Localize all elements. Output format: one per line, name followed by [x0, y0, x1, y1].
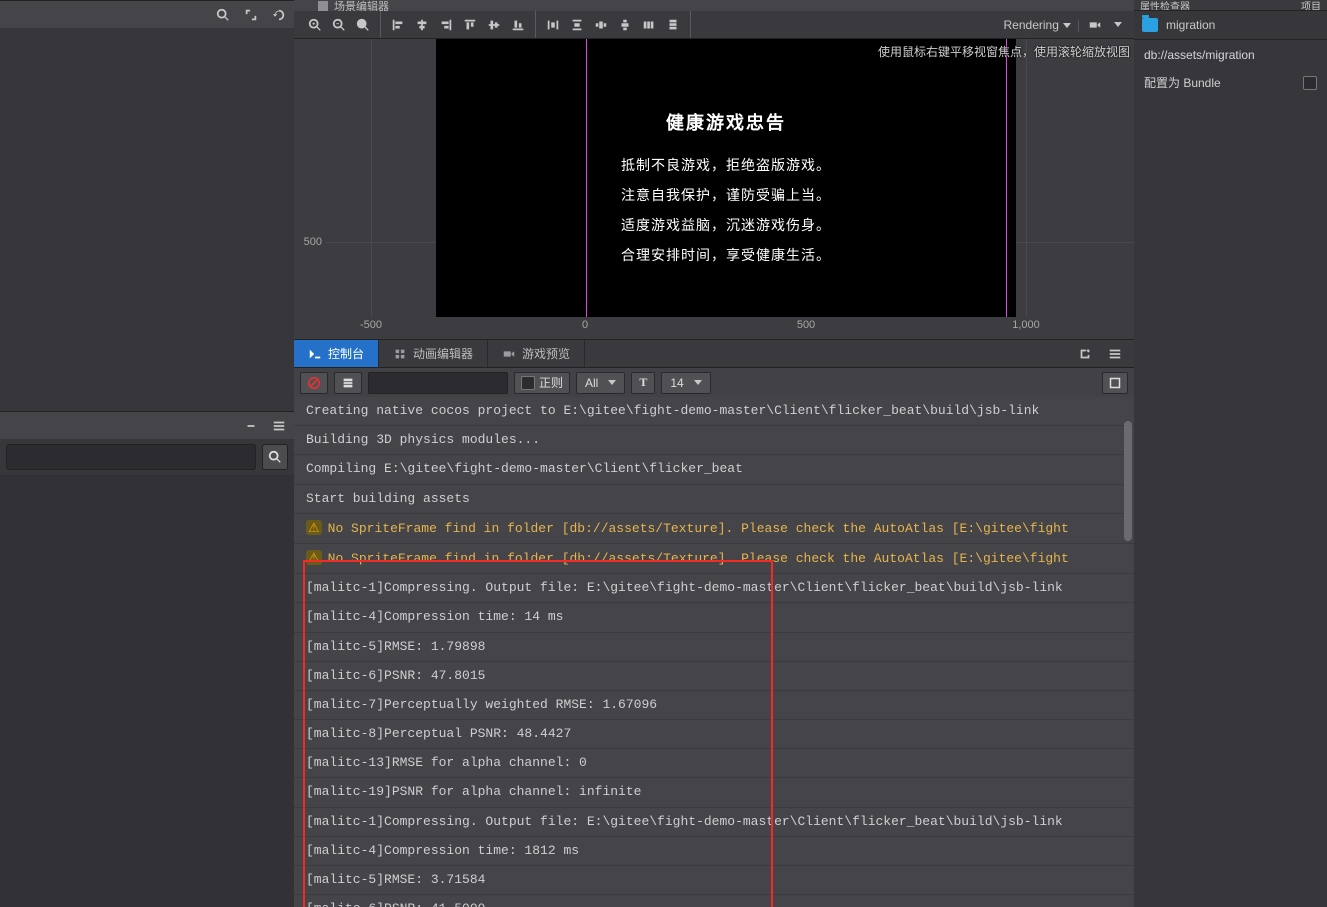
clear-button[interactable]	[300, 372, 328, 394]
console-body[interactable]: Creating native cocos project to E:\gite…	[294, 397, 1134, 907]
log-line[interactable]: [malitc-6]PSNR: 47.8015	[294, 662, 1134, 691]
dist-v-icon[interactable]	[568, 16, 586, 34]
ruler-y: 500	[294, 39, 326, 339]
inspector-tabs: 属性检查器 项目	[1134, 0, 1327, 11]
scene-canvas[interactable]: 健康游戏忠告 抵制不良游戏，拒绝盗版游戏。 注意自我保护，谨防受骗上当。 适度游…	[326, 39, 1134, 317]
folder-icon	[1142, 18, 1158, 32]
bundle-label: 配置为 Bundle	[1144, 74, 1221, 91]
hierarchy-header	[0, 0, 294, 28]
scrollbar[interactable]	[1124, 421, 1132, 541]
ruler-x: -50005001,000	[326, 317, 1134, 339]
regex-toggle[interactable]: 正则	[514, 372, 570, 394]
log-line[interactable]: [malitc-7]Perceptually weighted RMSE: 1.…	[294, 691, 1134, 720]
game-text-line: 注意自我保护，谨防受骗上当。	[436, 185, 1016, 205]
asset-search-row	[0, 439, 294, 475]
tab-anim-label: 动画编辑器	[413, 345, 473, 362]
asset-search-button[interactable]	[262, 444, 288, 470]
asset-search-input[interactable]	[6, 444, 256, 470]
dist-h-icon[interactable]	[544, 16, 562, 34]
game-frame: 健康游戏忠告 抵制不良游戏，拒绝盗版游戏。 注意自我保护，谨防受骗上当。 适度游…	[436, 39, 1016, 317]
bundle-prop: 配置为 Bundle	[1134, 70, 1327, 95]
tab-menu-icon[interactable]	[1106, 345, 1124, 363]
console-toolbar: 正则 All T 14	[294, 367, 1134, 397]
log-line[interactable]: Creating native cocos project to E:\gite…	[294, 397, 1134, 426]
dist-e1-icon[interactable]	[640, 16, 658, 34]
expand-icon[interactable]	[242, 6, 260, 24]
zoom-in-icon[interactable]	[306, 16, 324, 34]
align-bottom-icon[interactable]	[509, 16, 527, 34]
asset-row: migration	[1134, 11, 1327, 39]
console-maximize-button[interactable]	[1102, 372, 1128, 394]
console-filter-input[interactable]	[368, 372, 508, 394]
collapse-button[interactable]	[334, 372, 362, 394]
log-line[interactable]: [malitc-1]Compressing. Output file: E:\g…	[294, 808, 1134, 837]
asset-path: db://assets/migration	[1134, 40, 1327, 70]
dist-e2-icon[interactable]	[664, 16, 682, 34]
tab-inspector[interactable]: 属性检查器	[1140, 0, 1190, 11]
log-line[interactable]: [malitc-4]Compression time: 14 ms	[294, 603, 1134, 632]
left-column	[0, 0, 294, 907]
text-style-button[interactable]: T	[631, 372, 655, 394]
log-line[interactable]: [malitc-1]Compressing. Output file: E:\g…	[294, 574, 1134, 603]
scene-toolbar: Rendering |	[294, 11, 1134, 39]
search-icon[interactable]	[214, 6, 232, 24]
log-line[interactable]: No SpriteFrame find in folder [db://asse…	[294, 514, 1134, 544]
center-column: 场景编辑器	[294, 0, 1134, 907]
log-line[interactable]: [malitc-5]RMSE: 3.71584	[294, 866, 1134, 895]
log-line[interactable]: Building 3D physics modules...	[294, 426, 1134, 455]
game-text-title: 健康游戏忠告	[436, 109, 1016, 135]
log-line[interactable]: [malitc-5]RMSE: 1.79898	[294, 633, 1134, 662]
align-hcenter-icon[interactable]	[413, 16, 431, 34]
bottom-tabs: 控制台 动画编辑器 游戏预览	[294, 339, 1134, 367]
log-line[interactable]: [malitc-19]PSNR for alpha channel: infin…	[294, 778, 1134, 807]
viewport-hint: 使用鼠标右键平移视窗焦点，使用滚轮缩放视图	[878, 43, 1130, 60]
asset-list	[0, 475, 294, 907]
rendering-dropdown[interactable]: Rendering	[1004, 18, 1071, 32]
tab-project[interactable]: 项目	[1301, 0, 1321, 11]
tab-console[interactable]: 控制台	[294, 340, 379, 367]
log-line[interactable]: Compiling E:\gitee\fight-demo-master\Cli…	[294, 455, 1134, 484]
align-top-icon[interactable]	[461, 16, 479, 34]
zoom-fit-icon[interactable]	[354, 16, 372, 34]
right-column: 属性检查器 项目 migration db://assets/migration…	[1134, 0, 1327, 907]
menu-icon[interactable]	[270, 417, 288, 435]
tab-preview-label: 游戏预览	[522, 345, 570, 362]
game-text-line: 合理安排时间，享受健康生活。	[436, 245, 1016, 265]
camera-icon[interactable]	[1086, 16, 1104, 34]
collapse-icon[interactable]	[242, 417, 260, 435]
tab-anim-editor[interactable]: 动画编辑器	[379, 340, 488, 367]
game-text-line: 适度游戏益脑，沉迷游戏伤身。	[436, 215, 1016, 235]
zoom-out-icon[interactable]	[330, 16, 348, 34]
bundle-checkbox[interactable]	[1303, 76, 1317, 90]
refresh-icon[interactable]	[270, 6, 288, 24]
align-vcenter-icon[interactable]	[485, 16, 503, 34]
scene-viewport[interactable]: 500 健康游戏忠告 抵制不良游戏，拒绝盗版游戏。 注意自我保护，谨防受骗上当。…	[294, 39, 1134, 339]
dist-v2-icon[interactable]	[616, 16, 634, 34]
log-line[interactable]: No SpriteFrame find in folder [db://asse…	[294, 544, 1134, 574]
log-line[interactable]: [malitc-13]RMSE for alpha channel: 0	[294, 749, 1134, 778]
tab-game-preview[interactable]: 游戏预览	[488, 340, 585, 367]
log-line[interactable]: [malitc-8]Perceptual PSNR: 48.4427	[294, 720, 1134, 749]
align-left-icon[interactable]	[389, 16, 407, 34]
tab-console-label: 控制台	[328, 345, 364, 362]
popout-icon[interactable]	[1076, 345, 1094, 363]
log-line[interactable]: [malitc-6]PSNR: 41.5009	[294, 895, 1134, 907]
loglevel-dropdown[interactable]: All	[576, 372, 625, 394]
log-line[interactable]: [malitc-4]Compression time: 1812 ms	[294, 837, 1134, 866]
align-right-icon[interactable]	[437, 16, 455, 34]
hierarchy-body	[0, 28, 294, 411]
dist-h2-icon[interactable]	[592, 16, 610, 34]
assets-header	[0, 411, 294, 439]
game-text-line: 抵制不良游戏，拒绝盗版游戏。	[436, 155, 1016, 175]
asset-name: migration	[1166, 18, 1215, 32]
fontsize-dropdown[interactable]: 14	[661, 372, 710, 394]
log-line[interactable]: Start building assets	[294, 485, 1134, 514]
scene-tab[interactable]: 场景编辑器	[294, 0, 1134, 11]
